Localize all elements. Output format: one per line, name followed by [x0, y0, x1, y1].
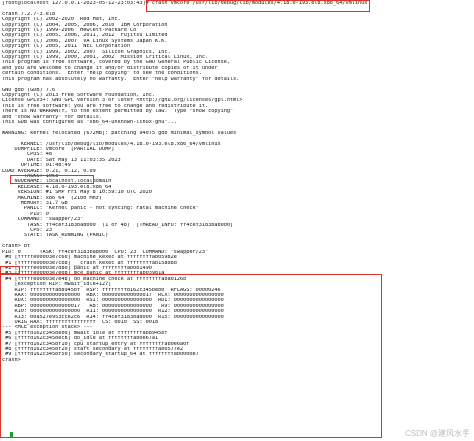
terminal-output: [root@localhost 127.0.0.1-2023-05-12-23:… [2, 1, 472, 363]
terminal-line: crash> [2, 357, 24, 363]
watermark: CSDN @建风水手 [404, 429, 470, 438]
terminal-window[interactable]: [root@localhost 127.0.0.1-2023-05-12-23:… [0, 0, 474, 441]
terminal-cursor [10, 432, 13, 437]
